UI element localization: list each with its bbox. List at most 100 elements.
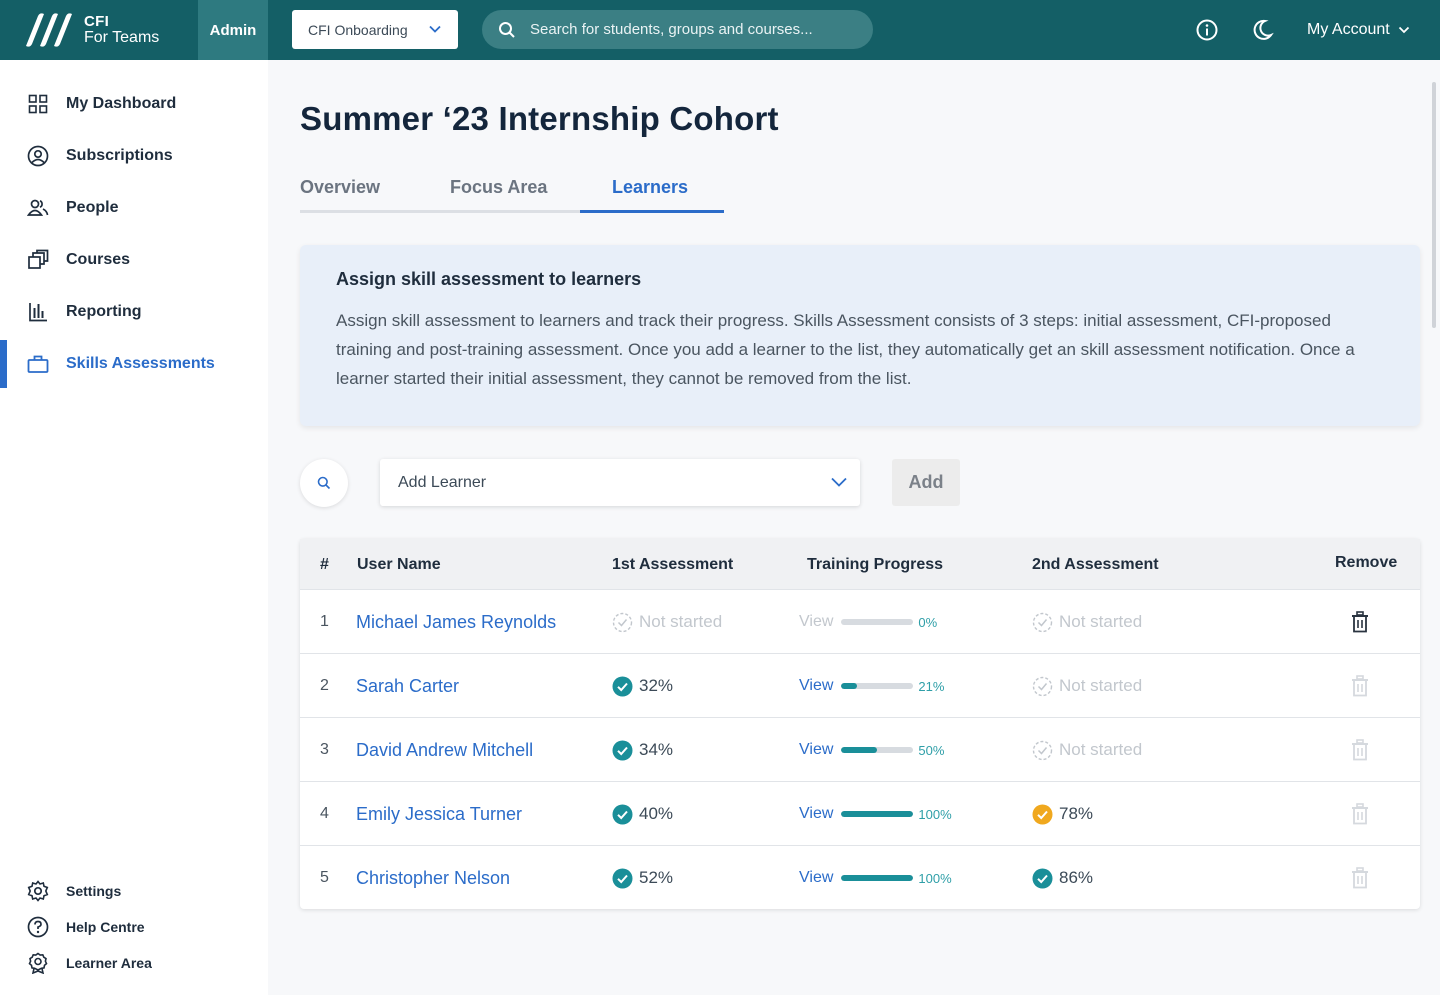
briefcase-icon [27, 353, 49, 375]
search-icon [499, 21, 515, 38]
remove-learner-button [1351, 654, 1369, 718]
info-card-heading: Assign skill assessment to learners [336, 269, 642, 289]
tab-focus-area[interactable]: Focus Area [450, 177, 547, 198]
sidebar-item-courses[interactable]: Courses [0, 238, 268, 282]
sidebar-item-label: People [66, 199, 119, 216]
sidebar-item-label: Skills Assessments [66, 355, 215, 372]
tab-learners[interactable]: Learners [612, 177, 688, 198]
pending-dashed-check-icon [1032, 612, 1053, 632]
user-circle-icon [27, 145, 49, 167]
user-name-link[interactable]: Michael James Reynolds [356, 590, 556, 654]
active-tab-indicator [580, 210, 724, 213]
first-assessment-value: 34% [639, 740, 674, 759]
brand-logo[interactable]: CFI For Teams [0, 0, 198, 60]
second-assessment-cell: Not started [1032, 654, 1142, 718]
add-learner-button[interactable]: Add [892, 459, 960, 506]
table-header: # User Name 1st Assessment Training Prog… [300, 539, 1420, 590]
sidebar-item-settings[interactable]: Settings [0, 876, 268, 906]
training-progress-fill [841, 747, 878, 753]
first-assessment-value: Not started [639, 612, 723, 631]
column-header-first-assessment[interactable]: 1st Assessment [612, 556, 733, 574]
view-training-link[interactable]: View [799, 677, 833, 695]
sidebar-item-dashboard[interactable]: My Dashboard [0, 82, 268, 126]
dark-mode-moon-icon[interactable] [1251, 18, 1275, 42]
second-assessment-cell: 86% [1032, 846, 1093, 910]
cfi-logo-icon [26, 13, 72, 47]
table-row: 1 Michael James Reynolds Not started View 0%… [300, 590, 1420, 654]
sidebar-item-help-centre[interactable]: Help Centre [0, 912, 268, 942]
first-assessment-value: 52% [639, 868, 674, 887]
user-name-link[interactable]: Emily Jessica Turner [356, 782, 522, 846]
view-training-link[interactable]: View [799, 869, 833, 887]
bar-chart-icon [27, 301, 49, 323]
sidebar-item-label: Help Centre [66, 919, 145, 935]
second-assessment-status: 78% [1032, 804, 1093, 825]
remove-learner-button [1351, 846, 1369, 910]
first-assessment-cell: 34% [612, 718, 673, 782]
row-number: 5 [320, 869, 329, 886]
column-header-remove: Remove [1335, 554, 1398, 571]
column-header-second-assessment[interactable]: 2nd Assessment [1032, 556, 1159, 574]
training-progress-percent: 50% [918, 742, 945, 758]
user-name-link[interactable]: Sarah Carter [356, 654, 459, 718]
training-progress-cell: View 100% [799, 846, 952, 910]
add-learner-placeholder: Add Learner [398, 473, 487, 491]
user-name-link[interactable]: Christopher Nelson [356, 846, 510, 910]
training-progress-cell: View 21% [799, 654, 944, 718]
sidebar-item-reporting[interactable]: Reporting [0, 290, 268, 334]
search-placeholder: Search for students, groups and courses.… [530, 21, 813, 38]
training-progress-bar [841, 747, 914, 753]
remove-learner-button[interactable] [1351, 590, 1369, 654]
sidebar-item-label: Settings [66, 883, 122, 899]
sidebar-item-subscriptions[interactable]: Subscriptions [0, 134, 268, 178]
scrollbar[interactable] [1432, 82, 1436, 328]
sidebar-item-label: Learner Area [66, 955, 152, 971]
training-progress-percent: 21% [918, 678, 945, 694]
column-header-training-progress[interactable]: Training Progress [807, 556, 943, 574]
view-training-link: View [799, 613, 834, 630]
pending-dashed-check-icon [612, 612, 633, 632]
first-assessment-cell: 40% [612, 782, 673, 846]
second-assessment-cell: Not started [1032, 718, 1142, 782]
view-training-link[interactable]: View [799, 741, 833, 759]
learner-search-button[interactable] [300, 459, 348, 507]
second-assessment-status: Not started [1032, 612, 1142, 633]
account-label: My Account [1307, 21, 1390, 38]
badge-icon [27, 952, 49, 974]
first-assessment-value: 40% [639, 804, 674, 823]
column-header-user-name[interactable]: User Name [357, 556, 441, 574]
tab-overview[interactable]: Overview [300, 177, 380, 198]
org-select[interactable]: CFI Onboarding [292, 10, 458, 49]
training-progress-cell: View 100% [799, 782, 952, 846]
second-assessment-status: Not started [1032, 676, 1142, 697]
trash-icon [1352, 867, 1368, 889]
row-number: 1 [320, 613, 329, 630]
add-learner-select[interactable]: Add Learner [380, 459, 860, 506]
second-assessment-value: Not started [1059, 676, 1143, 695]
admin-tab[interactable]: Admin [198, 0, 268, 60]
sidebar-item-skills-assessments[interactable]: Skills Assessments [0, 340, 268, 388]
training-progress-bar [841, 619, 914, 625]
my-account-menu[interactable]: My Account [1307, 0, 1410, 60]
info-icon[interactable] [1195, 18, 1219, 42]
table-row: 4 Emily Jessica Turner 40% View 100% 78% [300, 782, 1420, 846]
remove-learner-button [1351, 782, 1369, 846]
training-progress-cell: View 50% [799, 718, 944, 782]
search-icon [317, 476, 331, 490]
sidebar-item-people[interactable]: People [0, 186, 268, 230]
row-number: 4 [320, 805, 329, 822]
view-training-link[interactable]: View [799, 805, 833, 823]
second-assessment-status: Not started [1032, 740, 1142, 761]
column-header-number: # [320, 556, 329, 573]
training-progress-percent: 0% [918, 614, 938, 630]
page-title: Summer ‘23 Internship Cohort [300, 100, 779, 137]
sidebar-item-learner-area[interactable]: Learner Area [0, 948, 268, 978]
training-progress-bar [841, 683, 914, 689]
second-assessment-value: 86% [1059, 868, 1094, 887]
first-assessment-status: 32% [612, 676, 673, 697]
check-circle-icon [612, 740, 633, 760]
user-name-link[interactable]: David Andrew Mitchell [356, 718, 533, 782]
check-circle-icon [612, 868, 633, 888]
first-assessment-value: 32% [639, 676, 674, 695]
global-search-input[interactable]: Search for students, groups and courses.… [482, 10, 873, 49]
